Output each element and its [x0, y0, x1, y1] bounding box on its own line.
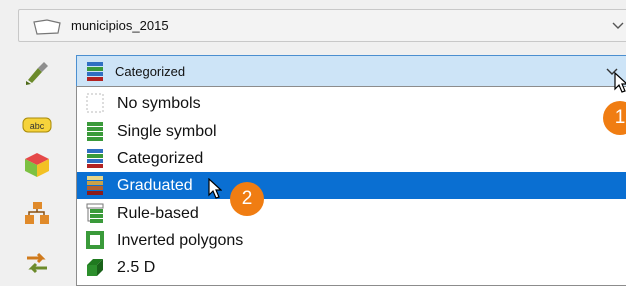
no-symbols-icon: [86, 93, 104, 113]
inverted-polygons-icon: [86, 231, 104, 249]
mouse-cursor-icon: [614, 72, 626, 93]
option-single-symbol[interactable]: Single symbol: [77, 118, 626, 145]
option-rule-based[interactable]: Rule-based: [77, 200, 626, 227]
polygon-layer-icon: [33, 19, 61, 35]
renderer-type-combo[interactable]: Categorized: [76, 55, 626, 87]
labels-abc-icon[interactable]: abc: [22, 112, 52, 138]
two-point-five-d-icon: [87, 259, 103, 276]
option-label: Inverted polygons: [117, 232, 244, 249]
symbology-brush-icon[interactable]: [22, 60, 52, 86]
3d-cube-icon[interactable]: [22, 152, 52, 178]
option-label: No symbols: [117, 95, 201, 112]
chevron-down-icon[interactable]: [611, 19, 625, 33]
renderer-selected-value: Categorized: [115, 64, 186, 79]
option-label: Rule-based: [117, 205, 199, 222]
option-label: Single symbol: [117, 123, 217, 140]
option-graduated[interactable]: Graduated: [77, 172, 626, 199]
graduated-icon: [87, 176, 103, 195]
layer-name: municipios_2015: [71, 18, 169, 33]
mouse-cursor-icon: [208, 178, 222, 199]
option-inverted-polygons[interactable]: Inverted polygons: [77, 227, 626, 254]
rule-based-icon: [86, 203, 104, 223]
option-label: 2.5 D: [117, 259, 156, 276]
option-label: Categorized: [117, 150, 204, 167]
diagrams-icon[interactable]: [22, 200, 52, 226]
actions-arrows-icon[interactable]: [22, 250, 52, 276]
categorized-icon: [87, 149, 103, 168]
renderer-dropdown-list: No symbols Single symbol Categorized Gra…: [76, 86, 626, 286]
single-symbol-icon: [87, 122, 103, 141]
layer-selector[interactable]: municipios_2015: [18, 9, 626, 42]
svg-text:abc: abc: [30, 121, 45, 131]
option-no-symbols[interactable]: No symbols: [77, 90, 626, 117]
categorized-icon: [87, 62, 103, 81]
option-2-5-d[interactable]: 2.5 D: [77, 254, 626, 281]
option-categorized[interactable]: Categorized: [77, 145, 626, 172]
step-badge-2: 2: [230, 182, 264, 216]
option-label: Graduated: [117, 177, 193, 194]
